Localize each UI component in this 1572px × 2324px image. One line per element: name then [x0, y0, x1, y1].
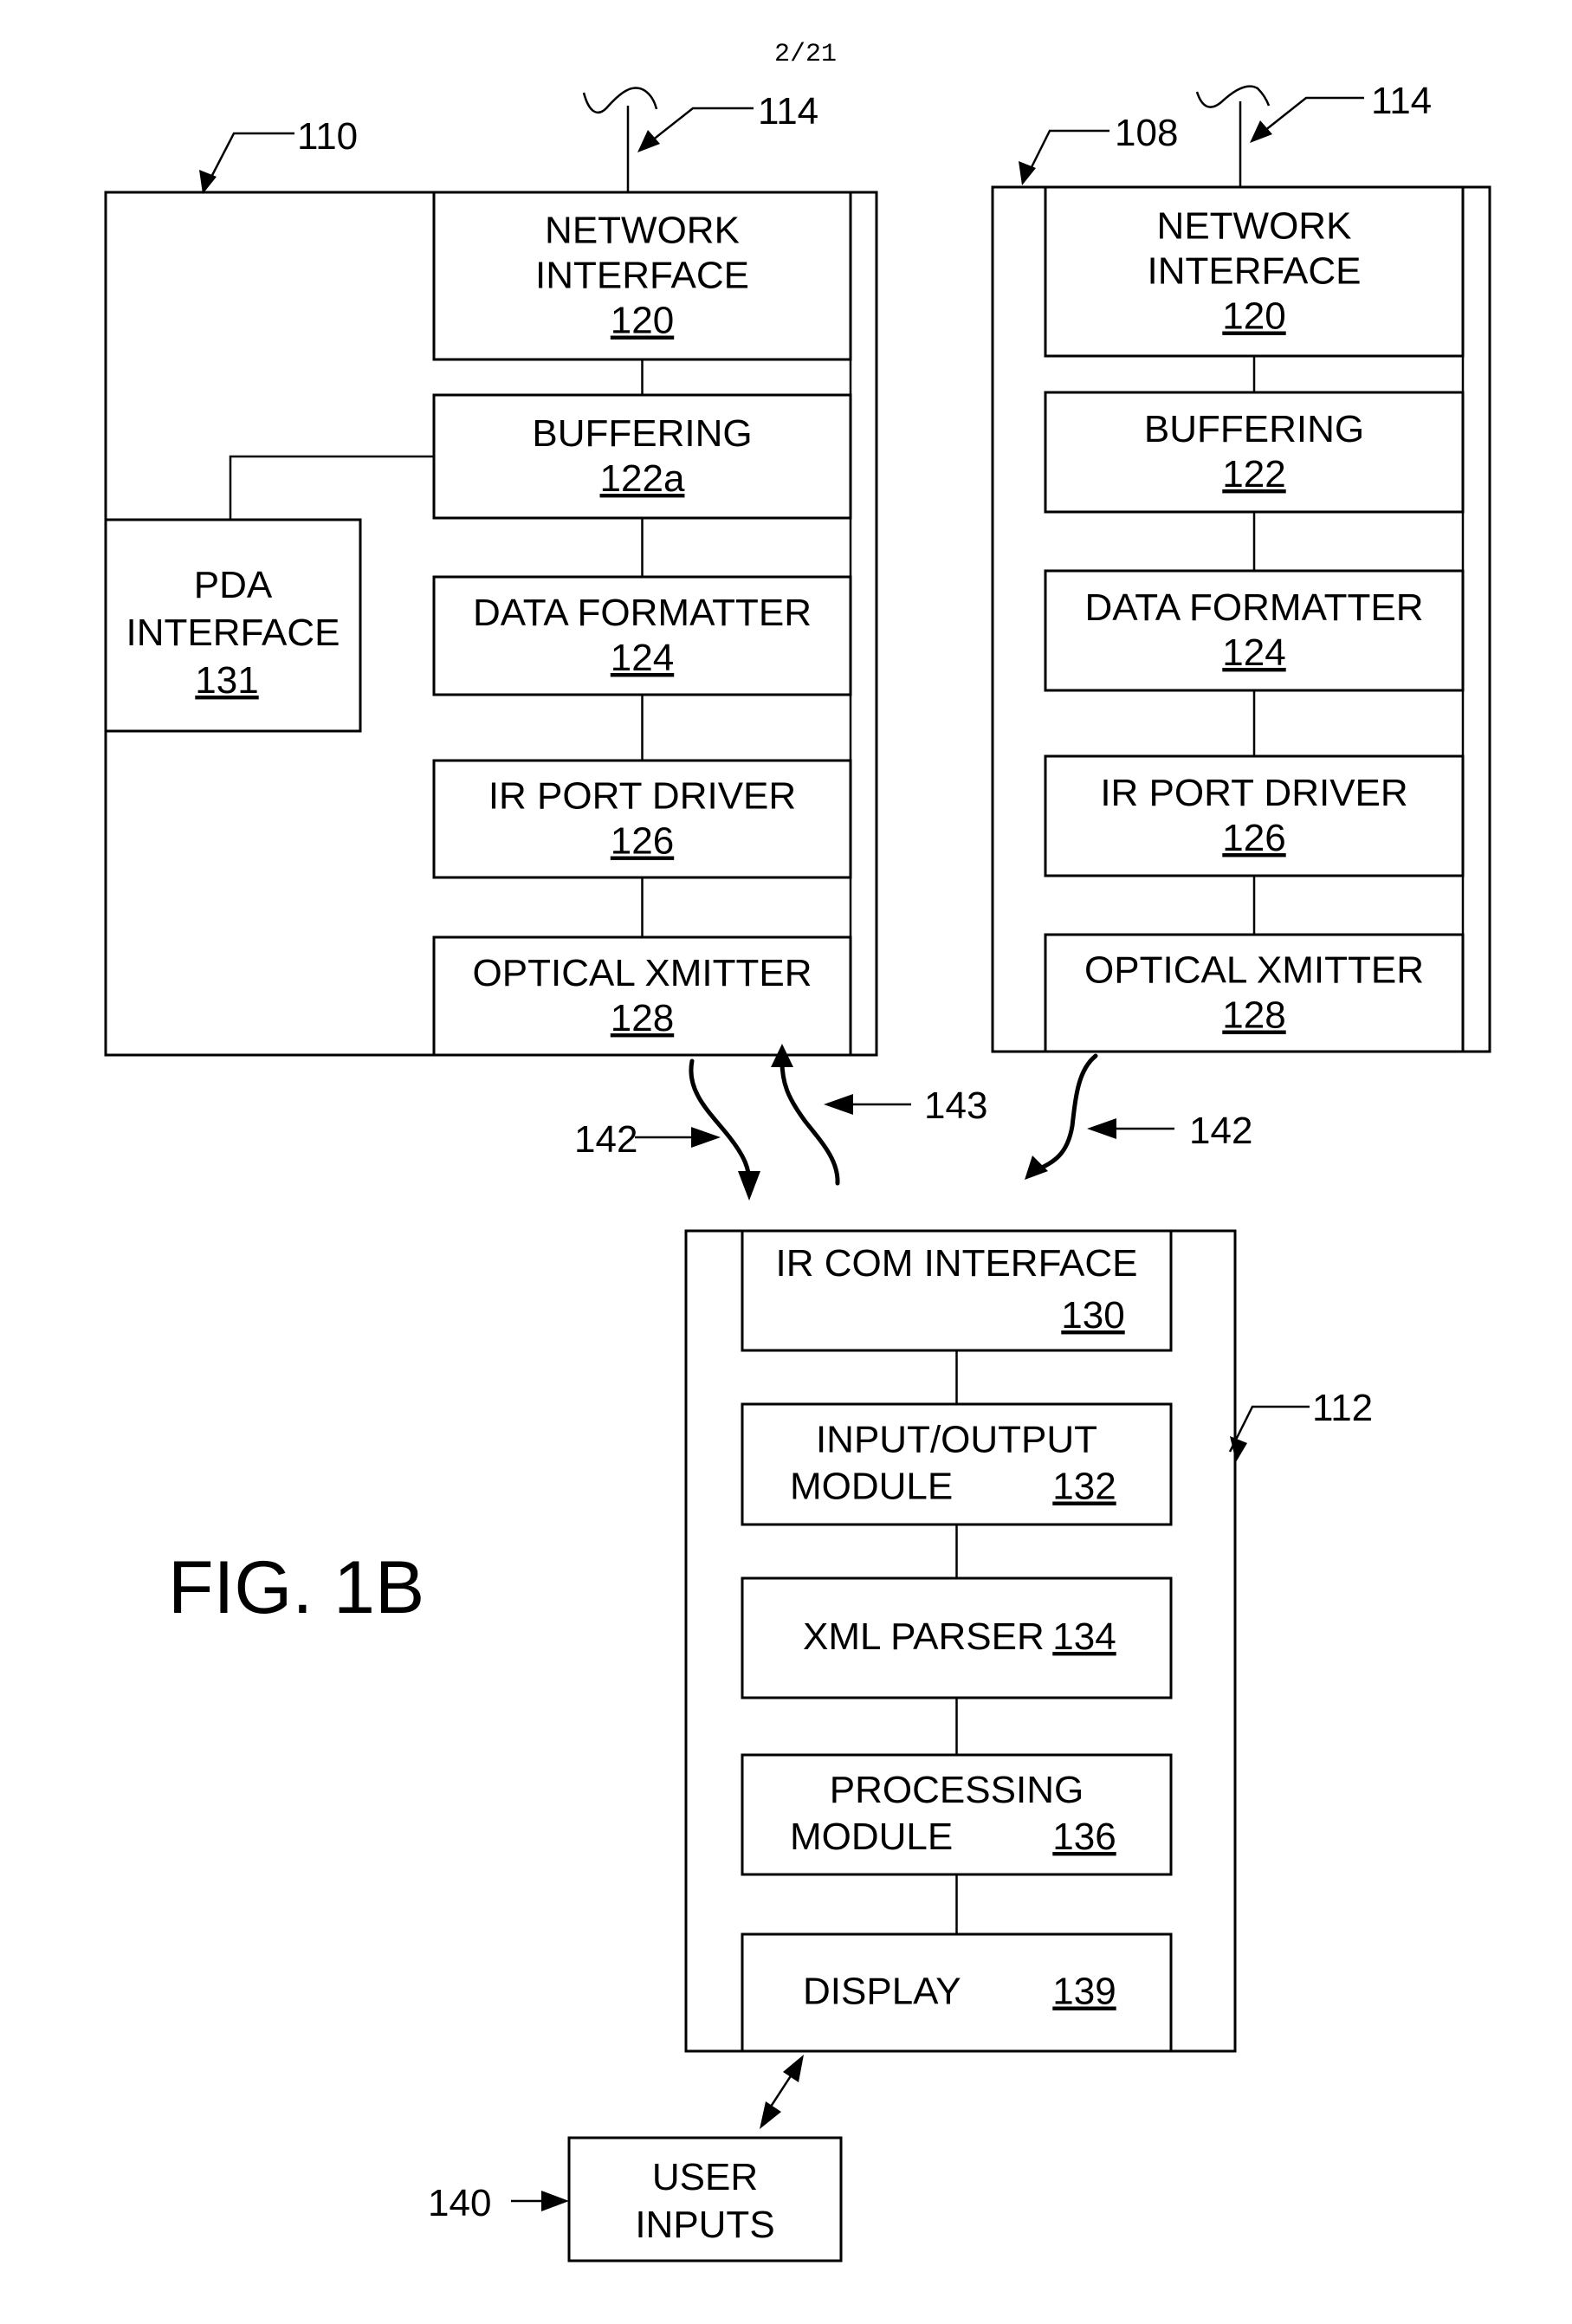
network-interface-block-label: INTERFACE	[535, 255, 749, 297]
buffering-block-label: BUFFERING	[1144, 408, 1364, 450]
buffering-block-number: 122a	[600, 457, 685, 500]
xml-parser-block-number: 134	[1052, 1615, 1116, 1658]
xml-parser-block: XML PARSER 134	[741, 1576, 1173, 1699]
xml-parser-block-label: XML PARSER	[803, 1615, 1045, 1658]
ir-port-driver-block-number: 126	[611, 820, 674, 863]
network-interface-block-label: NETWORK	[1157, 205, 1352, 248]
pda-number: 131	[195, 659, 258, 702]
ref-112-leader	[1228, 1405, 1310, 1462]
network-interface-block-label: NETWORK	[545, 210, 740, 252]
input-output-module-block: INPUT/OUTPUT MODULE 132	[741, 1402, 1173, 1526]
optical-xmitter-block: OPTICAL XMITTER128	[432, 935, 852, 1057]
ref-108: 108	[1115, 112, 1178, 154]
data-formatter-block: DATA FORMATTER124	[432, 575, 852, 696]
ir-com-interface-block: IR COM INTERFACE 130	[741, 1229, 1173, 1352]
ref-114-leader	[637, 107, 754, 152]
network-interface-block: NETWORKINTERFACE120	[432, 191, 852, 361]
ref-114: 114	[758, 90, 818, 133]
ir-port-driver-block-label: IR PORT DRIVER	[1100, 772, 1407, 814]
page-number: 2/21	[774, 40, 837, 69]
ref-114-leader	[1250, 96, 1364, 143]
optical-xmitter-block-label: OPTICAL XMITTER	[1084, 949, 1424, 992]
optical-xmitter-block-label: OPTICAL XMITTER	[473, 952, 812, 994]
ir-beam-142-right	[1032, 1053, 1098, 1174]
input-output-module-block-number: 132	[1052, 1466, 1116, 1508]
device-110: 110 114 NETWORKINTERFACE120BUFFERING122a…	[104, 87, 878, 1057]
arrowhead-icon	[541, 2191, 569, 2211]
user-inputs-label-1: USER	[652, 2156, 758, 2198]
ir-port-driver-block: IR PORT DRIVER126	[432, 759, 852, 879]
ref-108-leader	[1019, 129, 1109, 185]
ref-110-leader	[199, 132, 294, 194]
device-112: IR COM INTERFACE 130 INPUT/OUTPUT MODULE 132…	[684, 1229, 1373, 2053]
processing-module-block: PROCESSING MODULE 136	[741, 1753, 1173, 1876]
figure-label: FIG. 1B	[168, 1546, 424, 1629]
display-block: DISPLAY 139	[741, 1932, 1173, 2053]
data-formatter-block-label: DATA FORMATTER	[1084, 586, 1423, 629]
input-output-module-block-label: MODULE	[790, 1466, 953, 1508]
buffering-block-label: BUFFERING	[532, 412, 752, 455]
optical-xmitter-block-number: 128	[1222, 994, 1285, 1037]
processing-module-block-number: 136	[1052, 1816, 1116, 1858]
ref-140: 140	[428, 2182, 491, 2224]
ref-143: 143	[924, 1084, 987, 1127]
display-block-label: DISPLAY	[803, 1971, 961, 2013]
arrowhead-icon	[1025, 1156, 1048, 1180]
ir-com-interface-block-number: 130	[1061, 1294, 1124, 1337]
optical-xmitter-block: OPTICAL XMITTER128	[1044, 933, 1465, 1053]
device-108: 108 114 NETWORKINTERFACE120 BUFFERING122 D…	[991, 80, 1491, 1053]
ref-110: 110	[297, 115, 358, 158]
ir-com-interface-block-label: IR COM INTERFACE	[775, 1242, 1137, 1285]
data-formatter-block: DATA FORMATTER124	[1044, 569, 1465, 692]
bidirectional-arrow-icon	[760, 2055, 804, 2129]
patent-diagram: 2/21 110 114 NETWORKINTERFACE120BUFFERIN…	[104, 40, 1491, 2263]
user-inputs-label-2: INPUTS	[635, 2204, 774, 2246]
ir-port-driver-block-number: 126	[1222, 817, 1285, 859]
ir-beam-142-left	[689, 1058, 752, 1189]
processing-module-block-label: MODULE	[790, 1816, 953, 1858]
ir-signals: 142 143 142	[574, 1044, 1252, 1201]
processing-module-block-label: PROCESSING	[830, 1769, 1084, 1811]
data-formatter-block-number: 124	[611, 637, 674, 679]
optical-xmitter-block-number: 128	[611, 997, 674, 1039]
arrowhead-icon	[691, 1127, 721, 1148]
ref-142-right: 142	[1189, 1110, 1252, 1152]
network-interface-block: NETWORKINTERFACE120	[1044, 185, 1465, 358]
ref-114: 114	[1371, 80, 1432, 122]
ir-port-driver-block: IR PORT DRIVER126	[1044, 754, 1465, 877]
ref-142-left: 142	[574, 1118, 637, 1161]
arrowhead-icon	[1087, 1118, 1116, 1139]
network-interface-block-number: 120	[611, 300, 674, 342]
network-interface-block-label: INTERFACE	[1148, 250, 1362, 293]
ir-port-driver-block-label: IR PORT DRIVER	[488, 775, 796, 818]
ref-112: 112	[1312, 1387, 1373, 1429]
buffering-block: BUFFERING122	[1044, 391, 1465, 514]
pda-label-2: INTERFACE	[126, 612, 340, 654]
arrowhead-icon	[738, 1171, 760, 1201]
buffering-block-number: 122	[1222, 453, 1285, 495]
buffering-block: BUFFERING122a	[432, 393, 852, 520]
ir-beam-143	[780, 1054, 840, 1186]
network-interface-block-number: 120	[1222, 295, 1285, 338]
input-output-module-block-label: INPUT/OUTPUT	[816, 1419, 1097, 1461]
user-inputs: USER INPUTS 140	[428, 2055, 843, 2263]
pda-label-1: PDA	[194, 564, 273, 606]
data-formatter-block-number: 124	[1222, 631, 1285, 674]
data-formatter-block-label: DATA FORMATTER	[473, 592, 812, 634]
arrowhead-icon	[824, 1094, 853, 1115]
display-block-number: 139	[1052, 1971, 1116, 2013]
